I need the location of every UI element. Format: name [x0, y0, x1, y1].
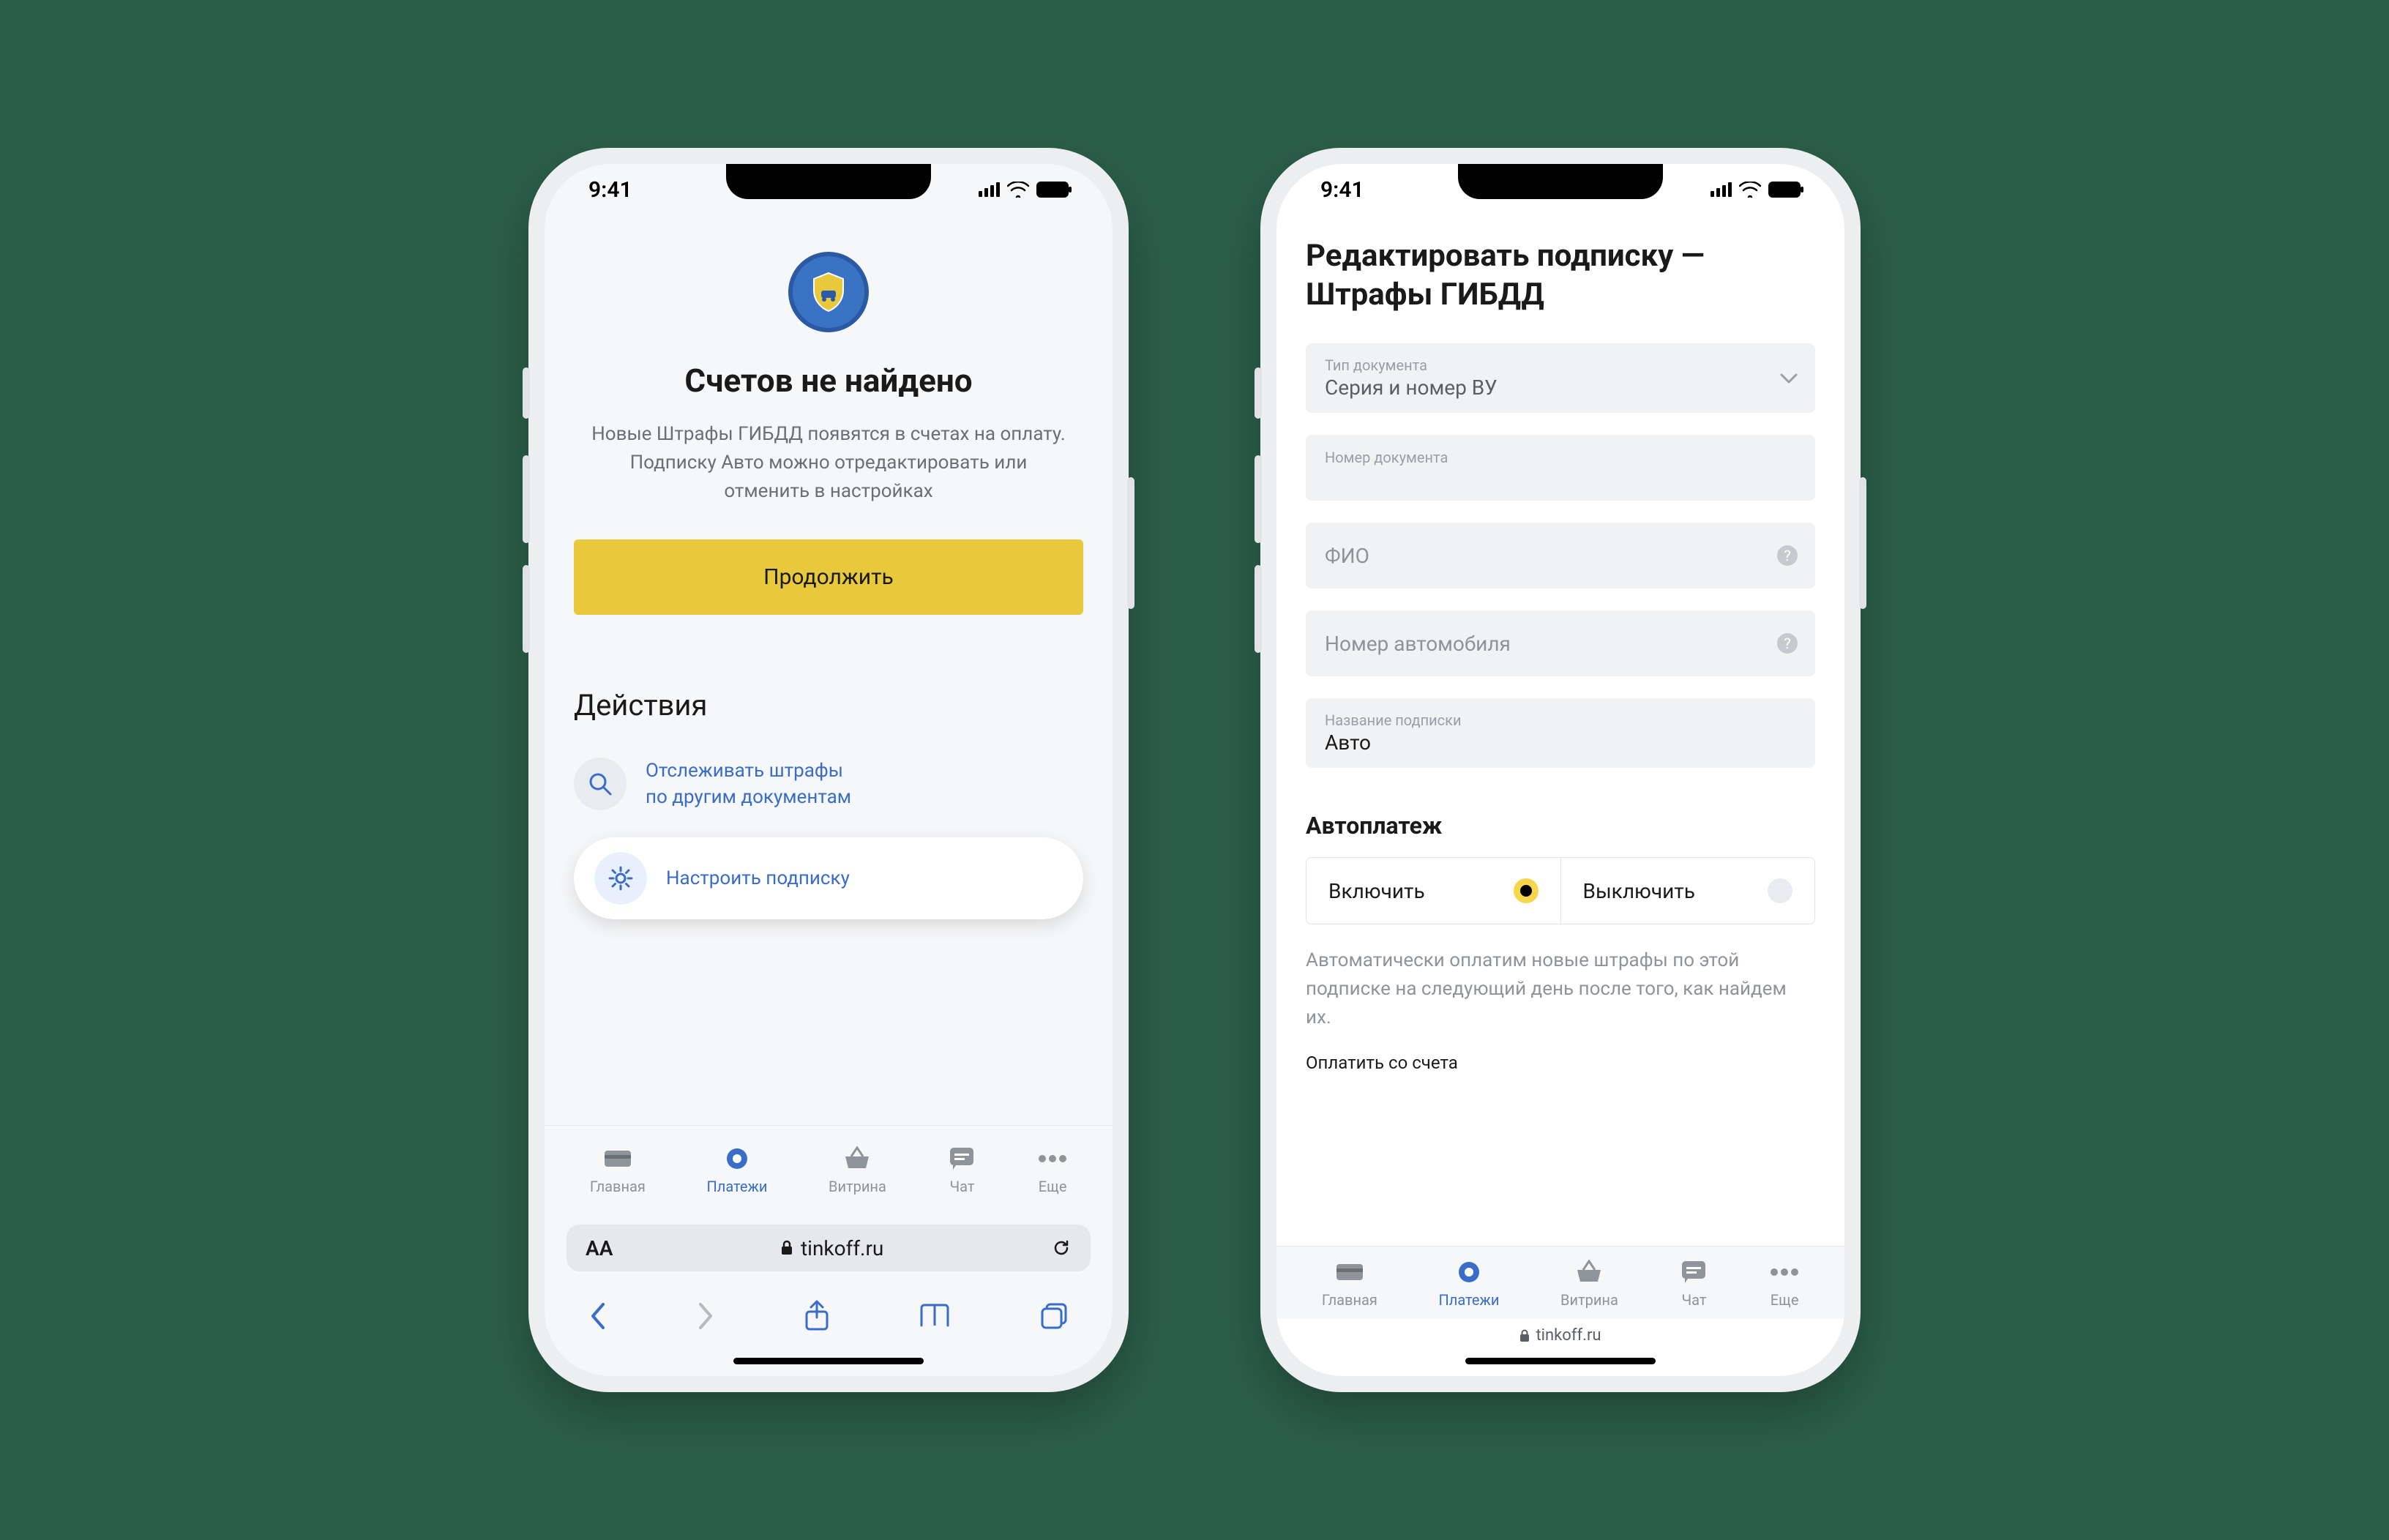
- tab-chat[interactable]: Чат: [1679, 1257, 1708, 1309]
- battery-icon: [1768, 182, 1801, 198]
- text-size-button[interactable]: AA: [586, 1236, 613, 1260]
- fio-field[interactable]: ФИО ?: [1306, 523, 1815, 588]
- card-icon: [1335, 1257, 1364, 1287]
- action-track-label: Отслеживать штрафы по другим документам: [646, 758, 851, 811]
- actions-heading: Действия: [545, 615, 1113, 744]
- tab-payments[interactable]: Платежи: [1439, 1257, 1500, 1309]
- safari-mini-url[interactable]: tinkoff.ru: [1276, 1319, 1844, 1349]
- tab-payments[interactable]: Платежи: [707, 1144, 768, 1195]
- bottom-tabbar: Главная Платежи Витрина Чат Еще: [1276, 1246, 1844, 1319]
- back-icon[interactable]: [588, 1301, 607, 1331]
- target-icon: [722, 1144, 752, 1173]
- tab-more[interactable]: Еще: [1038, 1144, 1067, 1195]
- autopay-disable-option[interactable]: Выключить: [1560, 858, 1815, 924]
- tab-home[interactable]: Главная: [590, 1144, 646, 1195]
- tab-showcase[interactable]: Витрина: [1560, 1257, 1618, 1309]
- dots-icon: [1770, 1257, 1799, 1287]
- home-indicator[interactable]: [1465, 1358, 1656, 1364]
- doc-number-field[interactable]: Номер документа: [1306, 435, 1815, 501]
- autopay-note: Автоматически оплатим новые штрафы по эт…: [1276, 924, 1844, 1039]
- dots-icon: [1038, 1144, 1067, 1173]
- help-icon[interactable]: ?: [1777, 545, 1798, 566]
- tab-chat[interactable]: Чат: [947, 1144, 976, 1195]
- action-configure-label: Настроить подписку: [666, 865, 850, 892]
- signal-icon: [1711, 182, 1732, 197]
- safari-address-bar: AA tinkoff.ru: [545, 1213, 1113, 1283]
- radio-off-icon: [1768, 878, 1792, 903]
- phone-right: 9:41 Редактировать подписку — Штрафы ГИБ…: [1260, 148, 1861, 1392]
- tab-more[interactable]: Еще: [1770, 1257, 1799, 1309]
- subscription-name-field[interactable]: Название подписки Авто: [1306, 698, 1815, 768]
- chat-icon: [1679, 1257, 1708, 1287]
- forward-icon[interactable]: [696, 1301, 715, 1331]
- lock-icon: [1519, 1329, 1530, 1342]
- tabs-icon[interactable]: [1039, 1301, 1069, 1331]
- target-icon: [1454, 1257, 1484, 1287]
- reload-icon[interactable]: [1051, 1238, 1072, 1258]
- battery-icon: [1036, 182, 1069, 198]
- hero-title: Счетов не найдено: [574, 362, 1083, 400]
- tab-home[interactable]: Главная: [1322, 1257, 1377, 1309]
- tab-showcase[interactable]: Витрина: [829, 1144, 886, 1195]
- basket-icon: [1574, 1257, 1604, 1287]
- basket-icon: [842, 1144, 872, 1173]
- action-track-fines[interactable]: Отслеживать штрафы по другим документам: [545, 744, 1113, 824]
- page-title: Редактировать подписку — Штрафы ГИБДД: [1276, 215, 1844, 343]
- car-number-field[interactable]: Номер автомобиля ?: [1306, 610, 1815, 676]
- status-time: 9:41: [1320, 177, 1364, 203]
- autopay-enable-option[interactable]: Включить: [1306, 858, 1560, 924]
- card-icon: [603, 1144, 632, 1173]
- bottom-tabbar: Главная Платежи Витрина Чат Еще: [545, 1125, 1113, 1213]
- phone-left: 9:41 Счетов не найдено Новые Штрафы ГИБД…: [528, 148, 1129, 1392]
- wifi-icon: [1007, 182, 1029, 198]
- notch: [726, 164, 931, 199]
- chat-icon: [947, 1144, 976, 1173]
- hero-description: Новые Штрафы ГИБДД появятся в счетах на …: [574, 420, 1083, 506]
- gear-icon: [594, 852, 647, 905]
- action-configure-subscription[interactable]: Настроить подписку: [574, 837, 1083, 919]
- share-icon[interactable]: [804, 1300, 830, 1332]
- chevron-down-icon: [1780, 373, 1798, 384]
- signal-icon: [979, 182, 1000, 197]
- notch: [1458, 164, 1663, 199]
- help-icon[interactable]: ?: [1777, 633, 1798, 654]
- url-field[interactable]: AA tinkoff.ru: [567, 1225, 1091, 1271]
- radio-on-icon: [1514, 878, 1539, 903]
- wifi-icon: [1739, 182, 1761, 198]
- home-indicator[interactable]: [733, 1358, 924, 1364]
- status-time: 9:41: [588, 177, 632, 203]
- autopay-toggle: Включить Выключить: [1306, 857, 1815, 924]
- doc-type-select[interactable]: Тип документа Серия и номер ВУ: [1306, 343, 1815, 413]
- lock-icon: [780, 1240, 793, 1256]
- search-icon: [574, 758, 627, 810]
- url-domain: tinkoff.ru: [801, 1236, 883, 1260]
- autopay-heading: Автоплатеж: [1276, 790, 1844, 857]
- safari-toolbar: [545, 1283, 1113, 1349]
- pay-from-label: Оплатить со счета: [1276, 1039, 1844, 1073]
- continue-button[interactable]: Продолжить: [574, 539, 1083, 615]
- bookmarks-icon[interactable]: [919, 1302, 951, 1330]
- app-badge-icon: [788, 252, 869, 332]
